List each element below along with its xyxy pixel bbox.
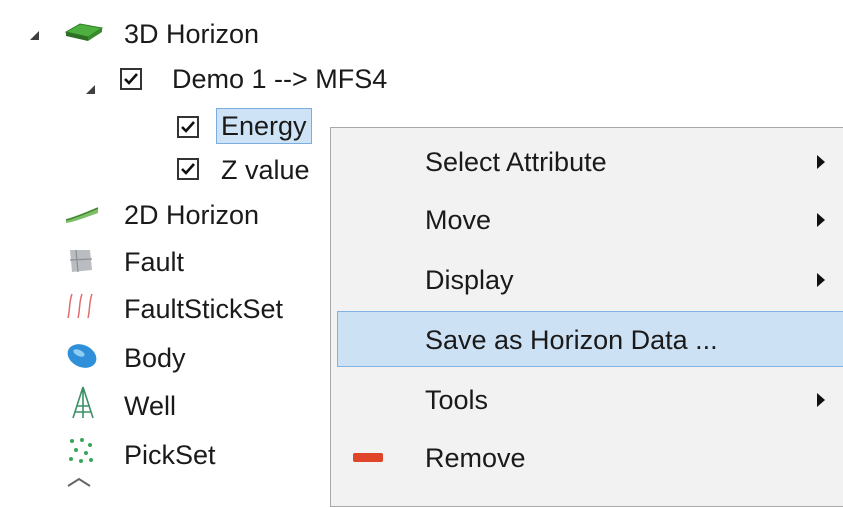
submenu-arrow-icon [817, 393, 825, 407]
menu-item-label: Select Attribute [425, 147, 607, 177]
menu-item-label: Move [425, 205, 492, 235]
submenu-arrow-icon [817, 155, 825, 169]
tree-node-energy[interactable]: Energy [216, 108, 312, 144]
checkbox-energy[interactable] [177, 116, 199, 138]
expand-arrow-icon[interactable] [30, 31, 39, 40]
tree-node-3d-horizon[interactable]: 3D Horizon [124, 17, 259, 51]
menu-item-label: Tools [425, 385, 489, 415]
tree-node-faultstickset[interactable]: FaultStickSet [124, 292, 283, 326]
pickset-icon [66, 436, 96, 466]
remove-icon [353, 453, 383, 462]
menu-item-save-as-horizon-data[interactable]: Save as Horizon Data ... [337, 311, 843, 367]
context-menu: Select Attribute Move Display Save as Ho… [330, 127, 843, 507]
checkbox-z-value[interactable] [177, 158, 199, 180]
menu-item-tools[interactable]: Tools [337, 372, 843, 428]
tree-node-pickset[interactable]: PickSet [124, 438, 216, 472]
checkmark-icon [181, 121, 195, 133]
checkbox-demo[interactable] [120, 68, 142, 90]
partial-node-icon [64, 476, 94, 490]
tree-node-z-value[interactable]: Z value [221, 153, 310, 187]
menu-item-move[interactable]: Move [337, 192, 843, 248]
fault-icon [66, 248, 96, 274]
menu-item-label: Display [425, 265, 514, 295]
tree-node-2d-horizon[interactable]: 2D Horizon [124, 198, 259, 232]
menu-item-display[interactable]: Display [337, 252, 843, 308]
tree-node-well[interactable]: Well [124, 389, 176, 423]
horizon-2d-icon [64, 204, 100, 224]
tree-node-demo[interactable]: Demo 1 --> MFS4 [172, 62, 387, 96]
checkmark-icon [124, 73, 138, 85]
well-icon [70, 386, 96, 420]
submenu-arrow-icon [817, 213, 825, 227]
horizon-3d-icon [64, 20, 104, 46]
body-icon [64, 342, 100, 370]
tree-node-fault[interactable]: Fault [124, 245, 184, 279]
menu-item-remove[interactable]: Remove [337, 430, 843, 486]
tree-node-body[interactable]: Body [124, 341, 186, 375]
menu-item-label: Save as Horizon Data ... [425, 325, 718, 355]
submenu-arrow-icon [817, 273, 825, 287]
checkmark-icon [181, 163, 195, 175]
expand-arrow-icon[interactable] [86, 85, 95, 94]
faultstickset-icon [66, 292, 100, 320]
menu-item-select-attribute[interactable]: Select Attribute [337, 134, 843, 190]
menu-item-label: Remove [425, 443, 526, 473]
